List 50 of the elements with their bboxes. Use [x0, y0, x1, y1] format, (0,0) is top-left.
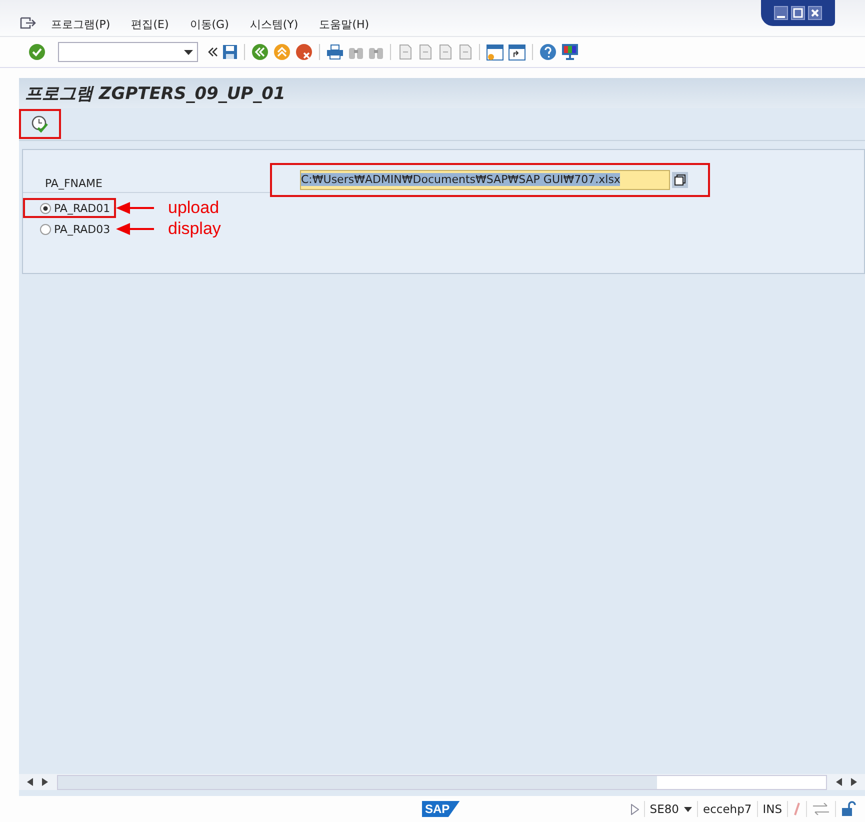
- scroll-right-icon[interactable]: [42, 778, 48, 786]
- insert-mode: INS: [762, 802, 782, 816]
- save-icon[interactable]: [222, 44, 238, 60]
- printer-icon[interactable]: [326, 44, 344, 60]
- exit-icon[interactable]: [20, 17, 36, 30]
- value-help-icon[interactable]: [672, 172, 688, 188]
- execute-button[interactable]: [19, 109, 61, 139]
- connection-icon: [793, 802, 801, 816]
- annotation-text: display: [168, 219, 221, 239]
- file-path-field[interactable]: C:₩Users₩ADMIN₩Documents₩SAP₩SAP GUI₩707.xlsx: [300, 170, 670, 190]
- execute-icon: [31, 115, 49, 133]
- field-label: PA_FNAME: [23, 176, 270, 192]
- menu-item[interactable]: 이동(G): [190, 17, 229, 32]
- check-icon[interactable]: [28, 43, 46, 61]
- command-field[interactable]: [58, 42, 198, 62]
- screen-title: 프로그램 ZGPTERS_09_UP_01: [25, 82, 286, 104]
- radio-button[interactable]: [40, 224, 51, 234]
- menu-item[interactable]: 도움말(H): [319, 17, 370, 32]
- transfer-icon: [812, 803, 830, 815]
- menu-item[interactable]: 편집(E): [131, 17, 169, 32]
- dropdown-icon[interactable]: [684, 806, 692, 812]
- help-icon[interactable]: [539, 43, 557, 61]
- play-icon[interactable]: [630, 804, 639, 814]
- transaction-code[interactable]: SE80: [650, 802, 679, 816]
- padlock-icon[interactable]: [841, 801, 857, 817]
- monitor-icon[interactable]: [561, 43, 579, 61]
- minimize-icon[interactable]: [774, 6, 788, 20]
- annotation-arrow: [116, 202, 154, 214]
- close-icon[interactable]: [808, 6, 822, 20]
- menu-item[interactable]: 시스템(Y): [250, 17, 298, 32]
- collapse-icon[interactable]: [208, 47, 218, 57]
- annotation-text: upload: [168, 198, 220, 218]
- scroll-left-icon[interactable]: [836, 778, 842, 786]
- shortcut-icon[interactable]: [508, 44, 526, 60]
- scroll-left-icon[interactable]: [27, 778, 33, 786]
- cancel-icon[interactable]: [295, 43, 313, 61]
- system-name: eccehp7: [703, 802, 752, 816]
- new-window-icon[interactable]: [486, 44, 504, 60]
- radio-label: PA_RAD01: [54, 202, 112, 214]
- radio-label: PA_RAD03: [54, 222, 112, 236]
- menu-item[interactable]: 프로그램(P): [51, 17, 110, 32]
- horizontal-scrollbar[interactable]: [19, 774, 865, 790]
- scroll-thumb[interactable]: [58, 776, 658, 788]
- radio-button[interactable]: [40, 202, 51, 214]
- maximize-icon[interactable]: [791, 6, 805, 20]
- back-icon[interactable]: [251, 43, 269, 61]
- sap-logo: SAP: [422, 801, 460, 817]
- dropdown-icon[interactable]: [184, 50, 193, 54]
- scroll-right-icon[interactable]: [851, 778, 857, 786]
- annotation-arrow: [116, 223, 154, 235]
